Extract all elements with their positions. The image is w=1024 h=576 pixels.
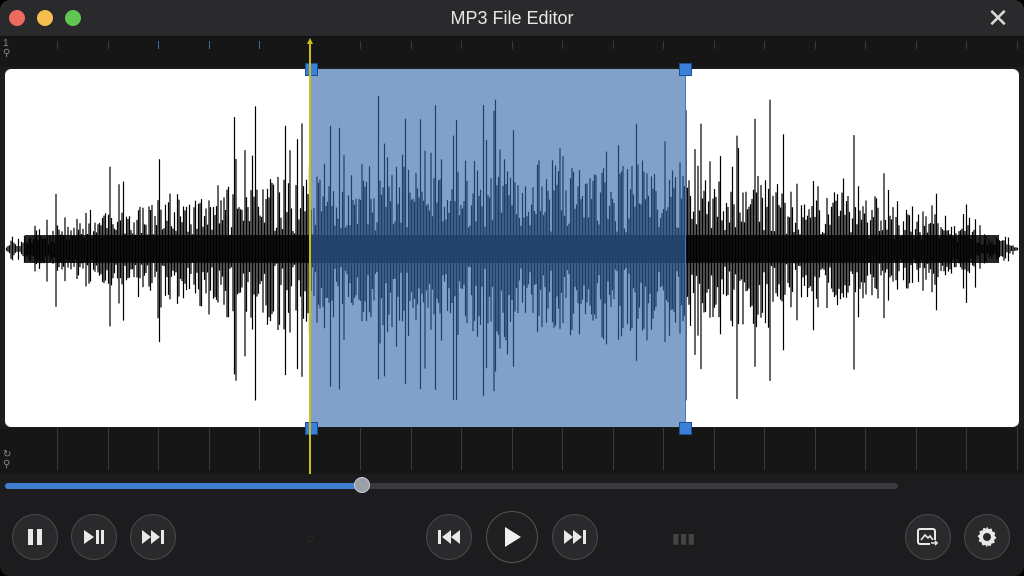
play-button[interactable] <box>486 511 538 563</box>
ruler-gridline <box>259 428 260 470</box>
ruler-gridline <box>815 428 816 470</box>
fast-forward-icon <box>142 530 164 544</box>
ruler-tick <box>57 41 58 49</box>
export-button[interactable] <box>905 514 951 560</box>
ruler-gridline <box>209 428 210 470</box>
ruler-tick <box>916 41 917 49</box>
progress-fill <box>5 483 363 489</box>
progress-slider[interactable] <box>5 477 898 493</box>
ruler-gridline <box>714 428 715 470</box>
ruler-gridline <box>461 428 462 470</box>
ruler-gridline <box>966 428 967 470</box>
ruler-gridline <box>1017 428 1018 470</box>
title-bar: MP3 File Editor ✕ <box>0 0 1024 37</box>
ruler-tick <box>259 41 260 49</box>
ruler-tick <box>562 41 563 49</box>
ruler-tick <box>512 41 513 49</box>
loop-marker-icon: ↻ ⚲ <box>3 449 12 470</box>
fast-forward-button[interactable] <box>130 514 176 560</box>
forward-button[interactable] <box>552 514 598 560</box>
faded-equalizer-icon: ▮▮▮ <box>672 530 696 546</box>
ruler-tick <box>663 41 664 49</box>
ruler-gridline <box>916 428 917 470</box>
pause-icon <box>28 529 42 545</box>
ruler-gridline <box>108 428 109 470</box>
ruler-gridline <box>663 428 664 470</box>
play-icon <box>505 527 521 547</box>
ruler-gridline <box>562 428 563 470</box>
selection-handle-top-right[interactable] <box>679 63 692 76</box>
app-window: MP3 File Editor ✕ 1 ⚲ ↻ ⚲ ◌ ▮▮▮ <box>0 0 1024 576</box>
start-marker-icon: 1 ⚲ <box>3 38 11 59</box>
window-title: MP3 File Editor <box>450 8 574 28</box>
play-pause-button[interactable] <box>71 514 117 560</box>
ruler-gridline <box>613 428 614 470</box>
ruler-tick <box>158 41 159 49</box>
selection-handle-bottom-right[interactable] <box>679 422 692 435</box>
ruler-tick <box>411 41 412 49</box>
ruler-gridline <box>360 428 361 470</box>
ruler-gridline <box>865 428 866 470</box>
rewind-button[interactable] <box>426 514 472 560</box>
timeline-ruler-top: 1 ⚲ <box>0 37 1024 67</box>
close-icon[interactable]: ✕ <box>984 4 1012 32</box>
fast-forward-icon <box>564 530 586 544</box>
progress-knob[interactable] <box>354 477 371 493</box>
play-pause-icon <box>84 530 104 544</box>
ruler-gridline <box>57 428 58 470</box>
ruler-tick <box>360 41 361 49</box>
ruler-tick <box>714 41 715 49</box>
ruler-tick <box>966 41 967 49</box>
ruler-tick <box>108 41 109 49</box>
pause-button[interactable] <box>12 514 58 560</box>
selection-handle-bottom-left[interactable] <box>305 422 318 435</box>
selection-region[interactable] <box>310 69 686 427</box>
ruler-tick <box>613 41 614 49</box>
playhead-line[interactable] <box>309 41 311 474</box>
ruler-tick <box>764 41 765 49</box>
settings-button[interactable] <box>964 514 1010 560</box>
ruler-tick <box>209 41 210 49</box>
playhead-marker-icon[interactable] <box>307 38 313 44</box>
ruler-gridline <box>411 428 412 470</box>
ruler-tick <box>1017 41 1018 49</box>
ruler-gridline <box>764 428 765 470</box>
ruler-tick <box>815 41 816 49</box>
timeline-ruler-bottom: ↻ ⚲ <box>0 428 1024 474</box>
selection-handle-top-left[interactable] <box>305 63 318 76</box>
ruler-tick <box>461 41 462 49</box>
export-image-icon <box>917 528 939 547</box>
ruler-gridline <box>512 428 513 470</box>
faded-icon: ◌ <box>306 530 315 546</box>
rewind-icon <box>438 530 460 544</box>
ruler-gridline <box>158 428 159 470</box>
gear-icon <box>977 526 997 548</box>
ruler-tick <box>865 41 866 49</box>
